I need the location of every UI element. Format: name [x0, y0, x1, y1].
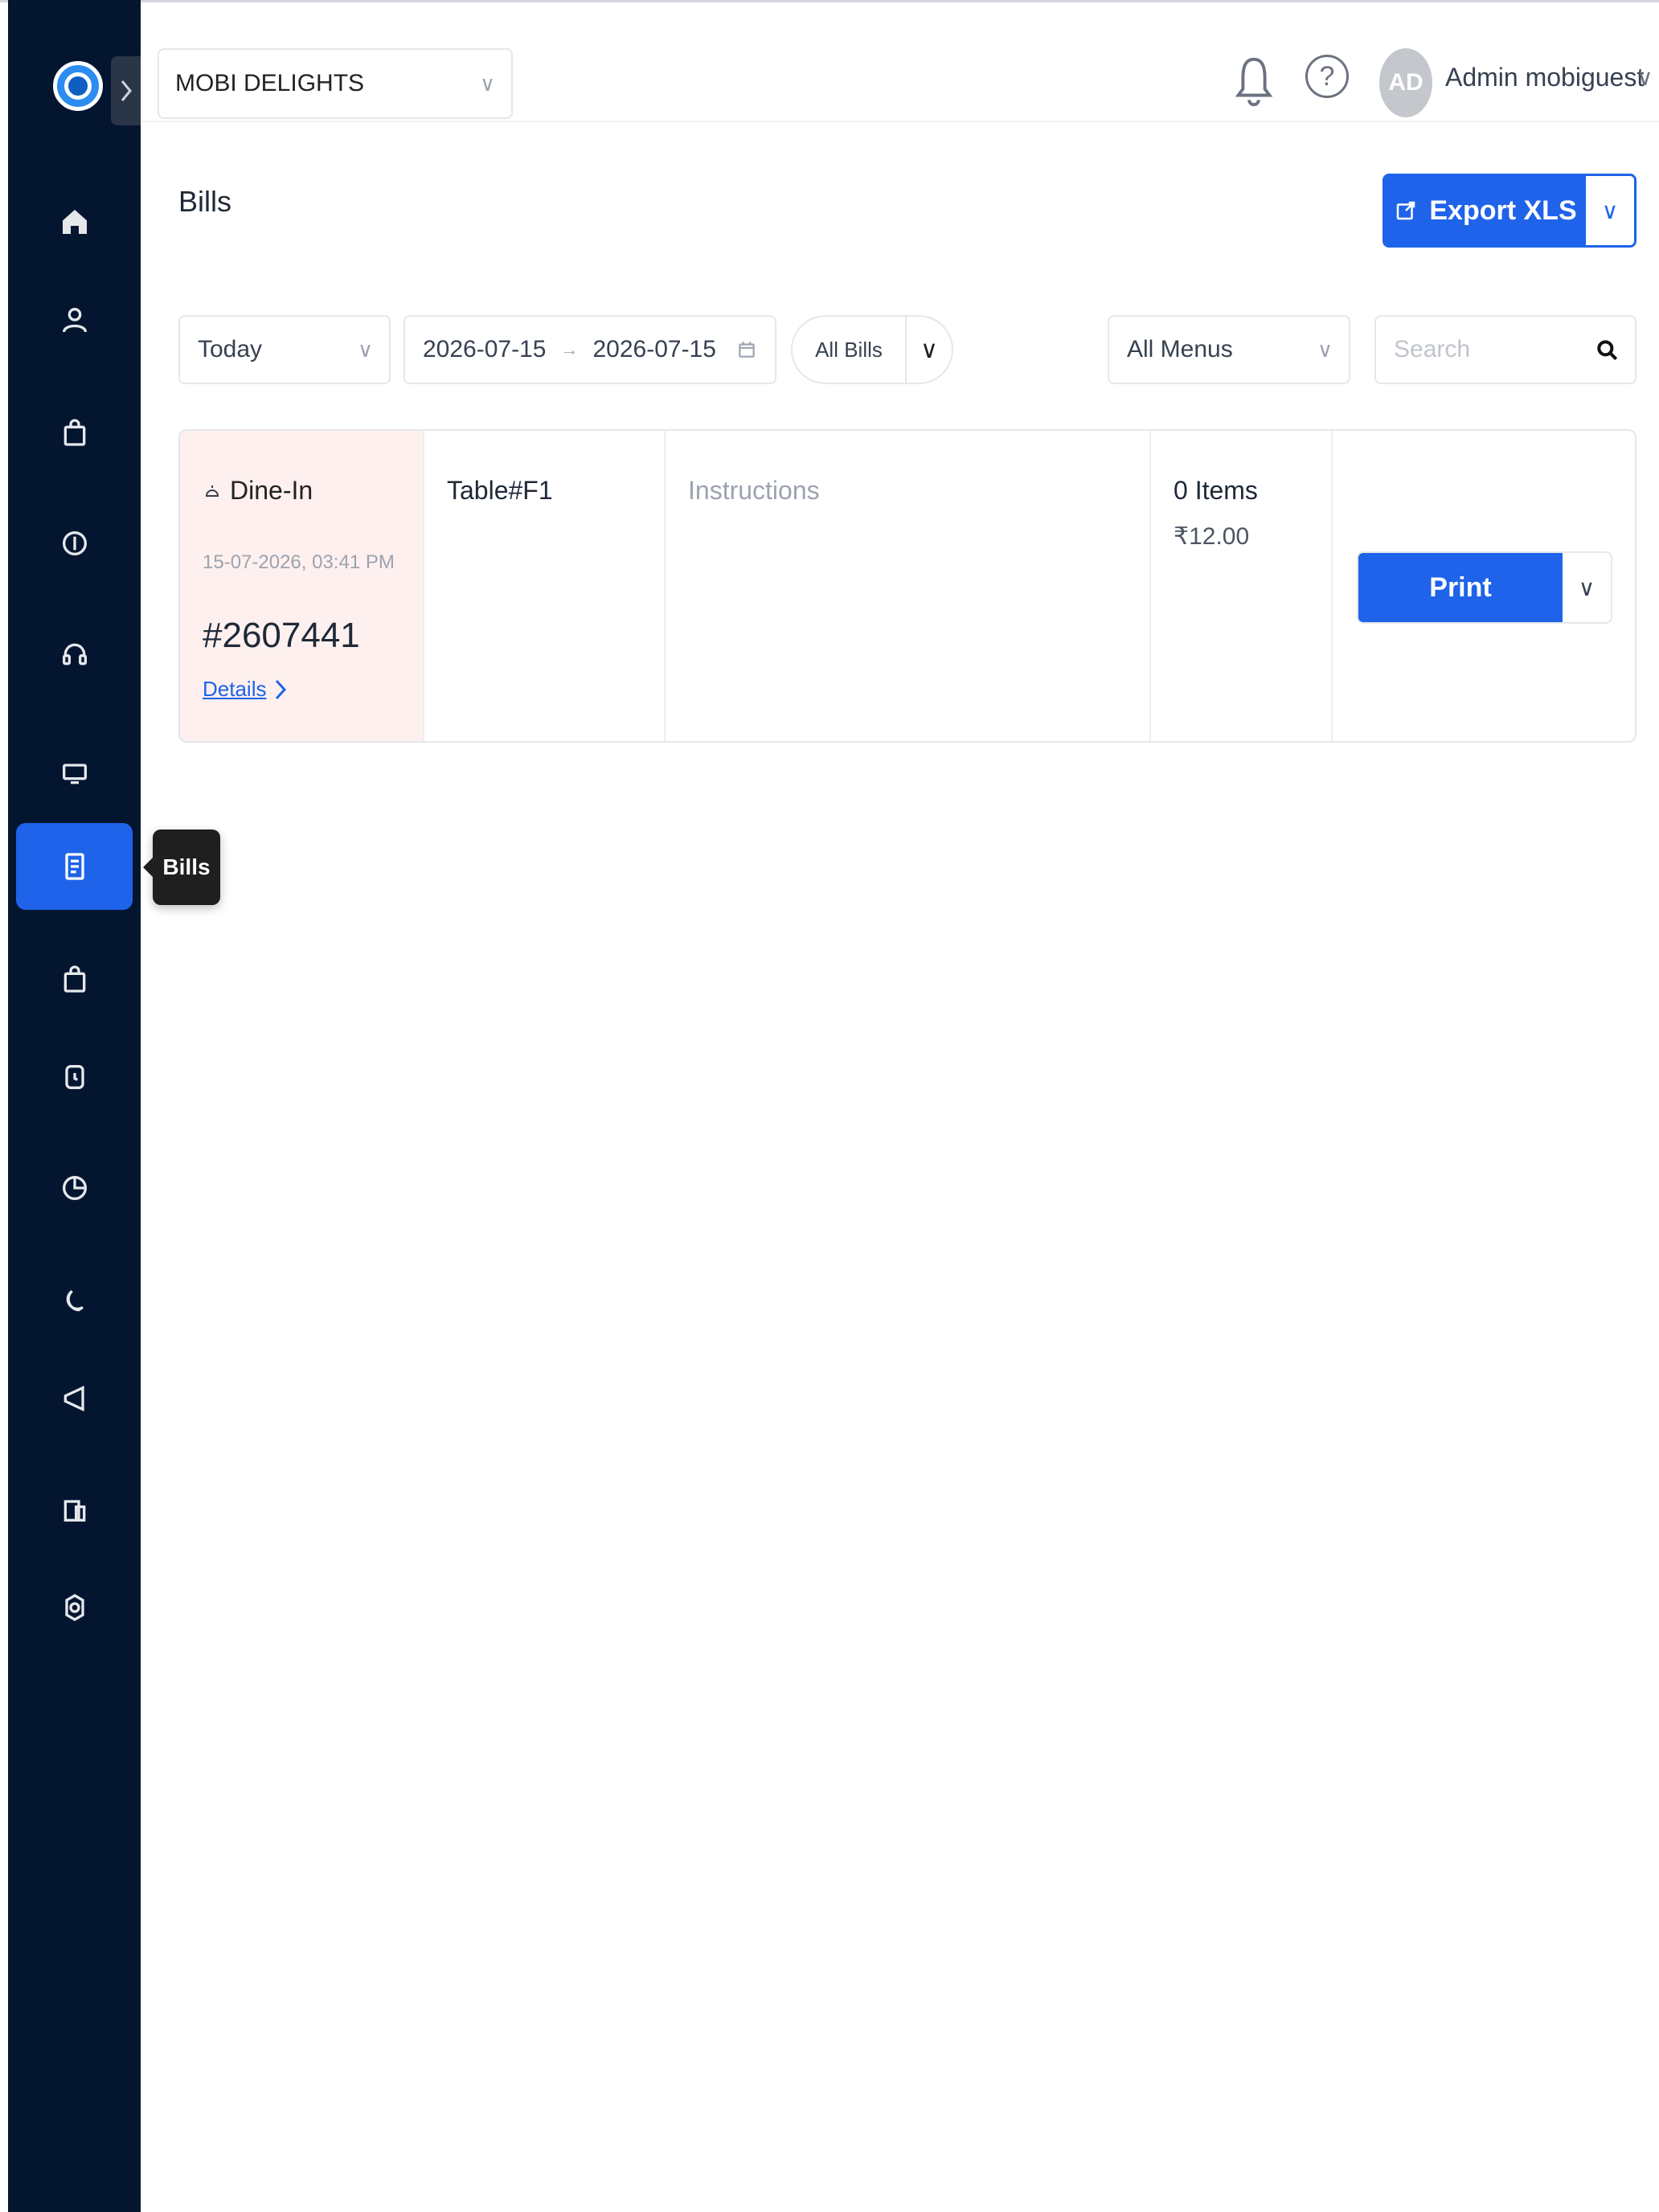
export-dropdown-toggle[interactable]: ∨ [1586, 176, 1634, 245]
chevron-right-icon [121, 80, 132, 101]
bill-type-select[interactable]: All Bills ∨ [791, 315, 953, 384]
table-label: Table#F1 [447, 476, 553, 505]
menus-select[interactable]: All Menus ∨ [1108, 315, 1350, 384]
bag-icon [63, 419, 85, 446]
search-icon[interactable] [1595, 338, 1620, 363]
sidebar-tooltip: Bills [143, 830, 220, 905]
settings-icon [64, 1594, 84, 1621]
monitor-icon [62, 764, 87, 784]
sidebar-item-orders[interactable] [16, 389, 133, 476]
bag-icon [63, 965, 85, 993]
bill-number: #2607441 [203, 616, 360, 655]
app-logo[interactable] [53, 61, 103, 111]
dine-in-icon [206, 485, 219, 497]
sidebar-item-pos[interactable] [16, 730, 133, 817]
avatar[interactable]: AD [1379, 48, 1432, 117]
headset-icon [62, 643, 87, 666]
outlet-select[interactable]: MOBI DELIGHTS ∨ [158, 48, 513, 119]
sidebar-item-marketing[interactable] [16, 1355, 133, 1442]
sidebar-item-inventory[interactable] [16, 936, 133, 1022]
chevron-down-icon: ∨ [479, 71, 495, 96]
bill-icon [64, 853, 84, 880]
bill-card[interactable]: Dine-In 15-07-2026, 03:41 PM #2607441 De… [178, 429, 1636, 743]
date-to: 2026-07-15 [592, 336, 716, 363]
bill-instructions-cell: Instructions [664, 431, 1149, 741]
print-button[interactable]: Print [1358, 553, 1563, 622]
bill-amount: ₹12.00 [1174, 523, 1250, 550]
expand-sidebar-button[interactable] [111, 56, 141, 125]
order-type: Dine-In [203, 476, 313, 506]
external-edit-icon [1397, 201, 1415, 220]
pie-chart-icon [62, 1176, 87, 1200]
sidebar [8, 0, 141, 2212]
instructions-label: Instructions [688, 476, 820, 505]
bill-table-cell: Table#F1 [423, 431, 664, 741]
date-from: 2026-07-15 [423, 336, 547, 363]
coin-icon [62, 531, 87, 555]
arrow-right-icon: → [560, 339, 579, 359]
sidebar-item-night-mode[interactable] [16, 1257, 133, 1344]
bill-datetime: 15-07-2026, 03:41 PM [203, 551, 395, 573]
items-count: 0 Items [1174, 476, 1258, 505]
period-select[interactable]: Today ∨ [178, 315, 391, 384]
outlet-label: MOBI DELIGHTS [175, 70, 365, 96]
bell-icon[interactable] [1233, 53, 1275, 109]
details-label: Details [203, 677, 267, 701]
search-input[interactable]: Search [1374, 315, 1636, 384]
header-divider [141, 121, 1659, 122]
bill-type-value: All Bills [815, 337, 883, 362]
sidebar-item-payments[interactable] [16, 500, 133, 587]
user-name[interactable]: Admin mobiguest [1445, 63, 1644, 92]
chevron-down-icon[interactable]: ∨ [905, 317, 952, 383]
bill-actions-cell: Print ∨ [1331, 431, 1635, 741]
user-icon [62, 308, 87, 333]
help-icon[interactable]: ? [1305, 55, 1349, 98]
home-icon [62, 210, 87, 234]
order-type-label: Dine-In [230, 476, 313, 505]
details-link[interactable]: Details [203, 677, 287, 702]
top-border [0, 0, 1659, 2]
building-icon [63, 1500, 85, 1522]
export-xls-button[interactable]: Export XLS [1385, 176, 1586, 245]
bill-items-cell: 0 Items ₹12.00 [1149, 431, 1331, 741]
sidebar-item-settings[interactable] [16, 1564, 133, 1651]
megaphone-icon [63, 1386, 84, 1411]
page-title: Bills [178, 185, 232, 218]
search-placeholder: Search [1394, 336, 1471, 363]
menus-value: All Menus [1127, 336, 1233, 363]
bill-summary: Dine-In 15-07-2026, 03:41 PM #2607441 De… [180, 431, 423, 741]
chevron-down-icon: ∨ [1317, 337, 1333, 362]
sidebar-item-reports[interactable] [16, 1145, 133, 1231]
sidebar-item-home[interactable] [16, 178, 133, 265]
sidebar-item-outlets[interactable] [16, 1466, 133, 1553]
date-range-picker[interactable]: 2026-07-15 → 2026-07-15 [403, 315, 776, 384]
print-dropdown-toggle[interactable]: ∨ [1563, 553, 1611, 622]
calendar-icon [739, 342, 755, 358]
sidebar-item-reservations[interactable] [16, 1034, 133, 1120]
chevron-down-icon: ∨ [357, 337, 373, 362]
moon-icon [66, 1289, 84, 1312]
sidebar-item-bills[interactable] [16, 823, 133, 910]
period-value: Today [198, 336, 263, 363]
print-button-group: Print ∨ [1357, 551, 1612, 624]
sidebar-item-support[interactable] [16, 611, 133, 698]
export-label: Export XLS [1429, 195, 1577, 226]
chevron-right-icon [276, 679, 287, 699]
export-button-group: Export XLS ∨ [1382, 174, 1636, 248]
chevron-down-icon[interactable]: ∨ [1636, 64, 1653, 91]
clock-icon [64, 1065, 84, 1089]
sidebar-item-customers[interactable] [16, 276, 133, 363]
